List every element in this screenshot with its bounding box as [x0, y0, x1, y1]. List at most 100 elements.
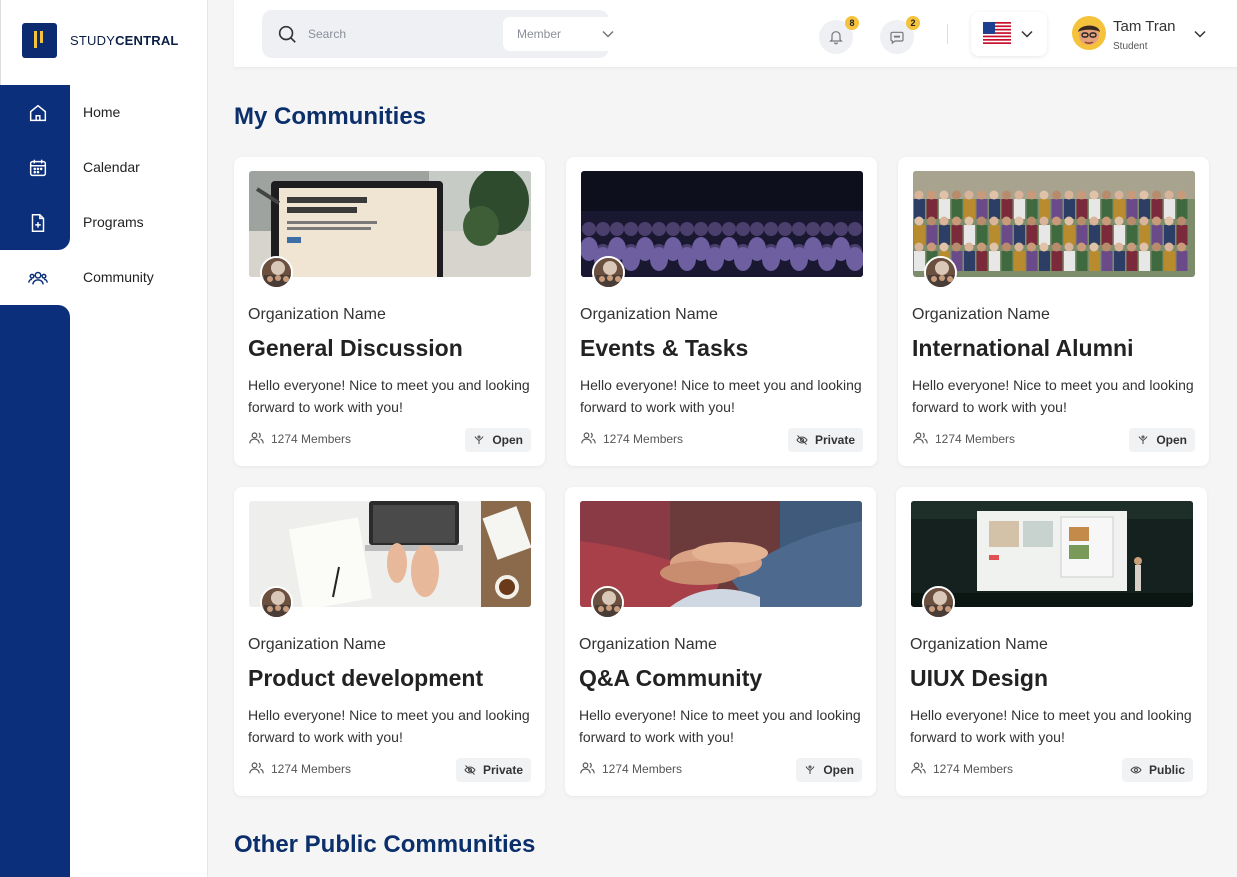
- members-icon: [249, 432, 264, 444]
- privacy-badge: Open: [1129, 428, 1195, 452]
- us-flag-icon: [983, 22, 1011, 44]
- organization-name: Organization Name: [248, 306, 386, 323]
- organization-avatar: [260, 586, 293, 619]
- community-card[interactable]: Organization Name UIUX Design Hello ever…: [896, 487, 1207, 796]
- community-title[interactable]: UIUX Design: [910, 665, 1048, 692]
- sidebar-item-calendar[interactable]: Calendar: [0, 140, 208, 195]
- member-count-text: 1274 Members: [271, 432, 352, 446]
- community-icon: [28, 271, 48, 285]
- organization-name: Organization Name: [910, 636, 1048, 653]
- sidebar-rail: [0, 305, 70, 877]
- privacy-badge: Private: [787, 428, 863, 452]
- user-avatar-icon: [1078, 25, 1100, 45]
- privacy-badge: Private: [455, 758, 531, 782]
- sidebar-item-home[interactable]: Home: [0, 85, 208, 140]
- member-count-text: 1274 Members: [933, 762, 1014, 776]
- chat-icon: [890, 31, 904, 45]
- community-description: Hello everyone! Nice to meet you and loo…: [580, 377, 862, 415]
- organization-avatar: [591, 586, 624, 619]
- section-title-other-communities: Other Public Communities: [234, 831, 536, 858]
- community-cover-image: [580, 501, 862, 607]
- organization-avatar: [924, 256, 957, 289]
- messages-badge: 2: [906, 16, 920, 30]
- member-filter-select[interactable]: Member: [503, 17, 630, 51]
- user-name[interactable]: Tam Tran: [1113, 18, 1176, 35]
- members-icon: [913, 432, 928, 444]
- organization-name: Organization Name: [912, 306, 1050, 323]
- community-card[interactable]: Organization Name Q&A Community Hello ev…: [565, 487, 876, 796]
- section-title-my-communities: My Communities: [234, 103, 427, 130]
- sidebar-item-community[interactable]: Community: [0, 250, 208, 305]
- privacy-badge: Open: [796, 758, 862, 782]
- search-bar: Member: [262, 10, 630, 58]
- sidebar-item-programs[interactable]: Programs: [0, 195, 208, 250]
- privacy-label: Open: [823, 763, 854, 777]
- community-description: Hello everyone! Nice to meet you and loo…: [248, 707, 530, 745]
- community-title[interactable]: Events & Tasks: [580, 335, 748, 362]
- community-description: Hello everyone! Nice to meet you and loo…: [912, 377, 1194, 415]
- user-role: Student: [1113, 41, 1148, 52]
- community-cover-image: [249, 171, 531, 277]
- sidebar-item-label: Community: [83, 269, 154, 285]
- privacy-label: Open: [1156, 433, 1187, 447]
- home-icon: [29, 104, 47, 122]
- community-card[interactable]: Organization Name General Discussion Hel…: [234, 157, 545, 466]
- chevron-down-icon: [602, 30, 614, 38]
- organization-name: Organization Name: [580, 306, 718, 323]
- community-title[interactable]: Product development: [248, 665, 483, 692]
- privacy-label: Public: [1148, 763, 1185, 777]
- privacy-badge: Open: [465, 428, 531, 452]
- logo-text: STUDYCENTRAL: [70, 33, 179, 48]
- open-icon: [474, 435, 484, 444]
- community-card[interactable]: Organization Name International Alumni H…: [898, 157, 1209, 466]
- community-description: Hello everyone! Nice to meet you and loo…: [248, 377, 530, 415]
- eye-off-icon: [796, 435, 808, 445]
- search-input[interactable]: [308, 25, 458, 43]
- community-card[interactable]: Organization Name Product development He…: [234, 487, 545, 796]
- community-card[interactable]: Organization Name Events & Tasks Hello e…: [566, 157, 877, 466]
- bell-icon: [829, 31, 843, 45]
- open-icon: [805, 765, 815, 774]
- member-filter-value: Member: [517, 27, 562, 41]
- sidebar-item-label: Calendar: [83, 159, 140, 175]
- privacy-badge: Public: [1121, 758, 1193, 782]
- privacy-label: Private: [814, 433, 855, 447]
- member-count-text: 1274 Members: [271, 762, 352, 776]
- programs-icon: [31, 214, 45, 232]
- member-count-text: 1274 Members: [935, 432, 1016, 446]
- sidebar-item-label: Programs: [83, 214, 144, 230]
- top-bar: Member 8 2 Tam Tran Student: [234, 0, 1237, 68]
- members-icon: [911, 762, 926, 774]
- privacy-label: Open: [492, 433, 523, 447]
- logo[interactable]: STUDYCENTRAL: [0, 0, 208, 85]
- eye-off-icon: [464, 765, 476, 775]
- calendar-icon: [29, 159, 47, 177]
- community-cover-image: [913, 171, 1195, 277]
- organization-name: Organization Name: [248, 636, 386, 653]
- chevron-down-icon[interactable]: [1194, 29, 1206, 39]
- members-icon: [580, 762, 595, 774]
- community-description: Hello everyone! Nice to meet you and loo…: [910, 707, 1192, 745]
- sidebar-item-label: Home: [83, 104, 121, 120]
- community-cover-image: [249, 501, 531, 607]
- community-title[interactable]: International Alumni: [912, 335, 1134, 362]
- member-count-text: 1274 Members: [603, 432, 684, 446]
- community-cover-image: [911, 501, 1193, 607]
- language-select[interactable]: [971, 12, 1047, 56]
- logo-mark-icon: [22, 23, 57, 58]
- messages-button[interactable]: 2: [880, 16, 920, 54]
- member-count-text: 1274 Members: [602, 762, 683, 776]
- notifications-button[interactable]: 8: [819, 16, 859, 54]
- organization-avatar: [592, 256, 625, 289]
- sidebar: STUDYCENTRAL Home Calendar Programs Comm…: [0, 0, 208, 877]
- community-cover-image: [581, 171, 863, 277]
- community-title[interactable]: Q&A Community: [579, 665, 762, 692]
- search-icon[interactable]: [276, 23, 298, 45]
- divider: [947, 24, 948, 44]
- privacy-label: Private: [482, 763, 523, 777]
- avatar[interactable]: [1072, 16, 1106, 50]
- members-icon: [581, 432, 596, 444]
- eye-icon: [1130, 766, 1142, 774]
- notifications-badge: 8: [845, 16, 859, 30]
- community-title[interactable]: General Discussion: [248, 335, 463, 362]
